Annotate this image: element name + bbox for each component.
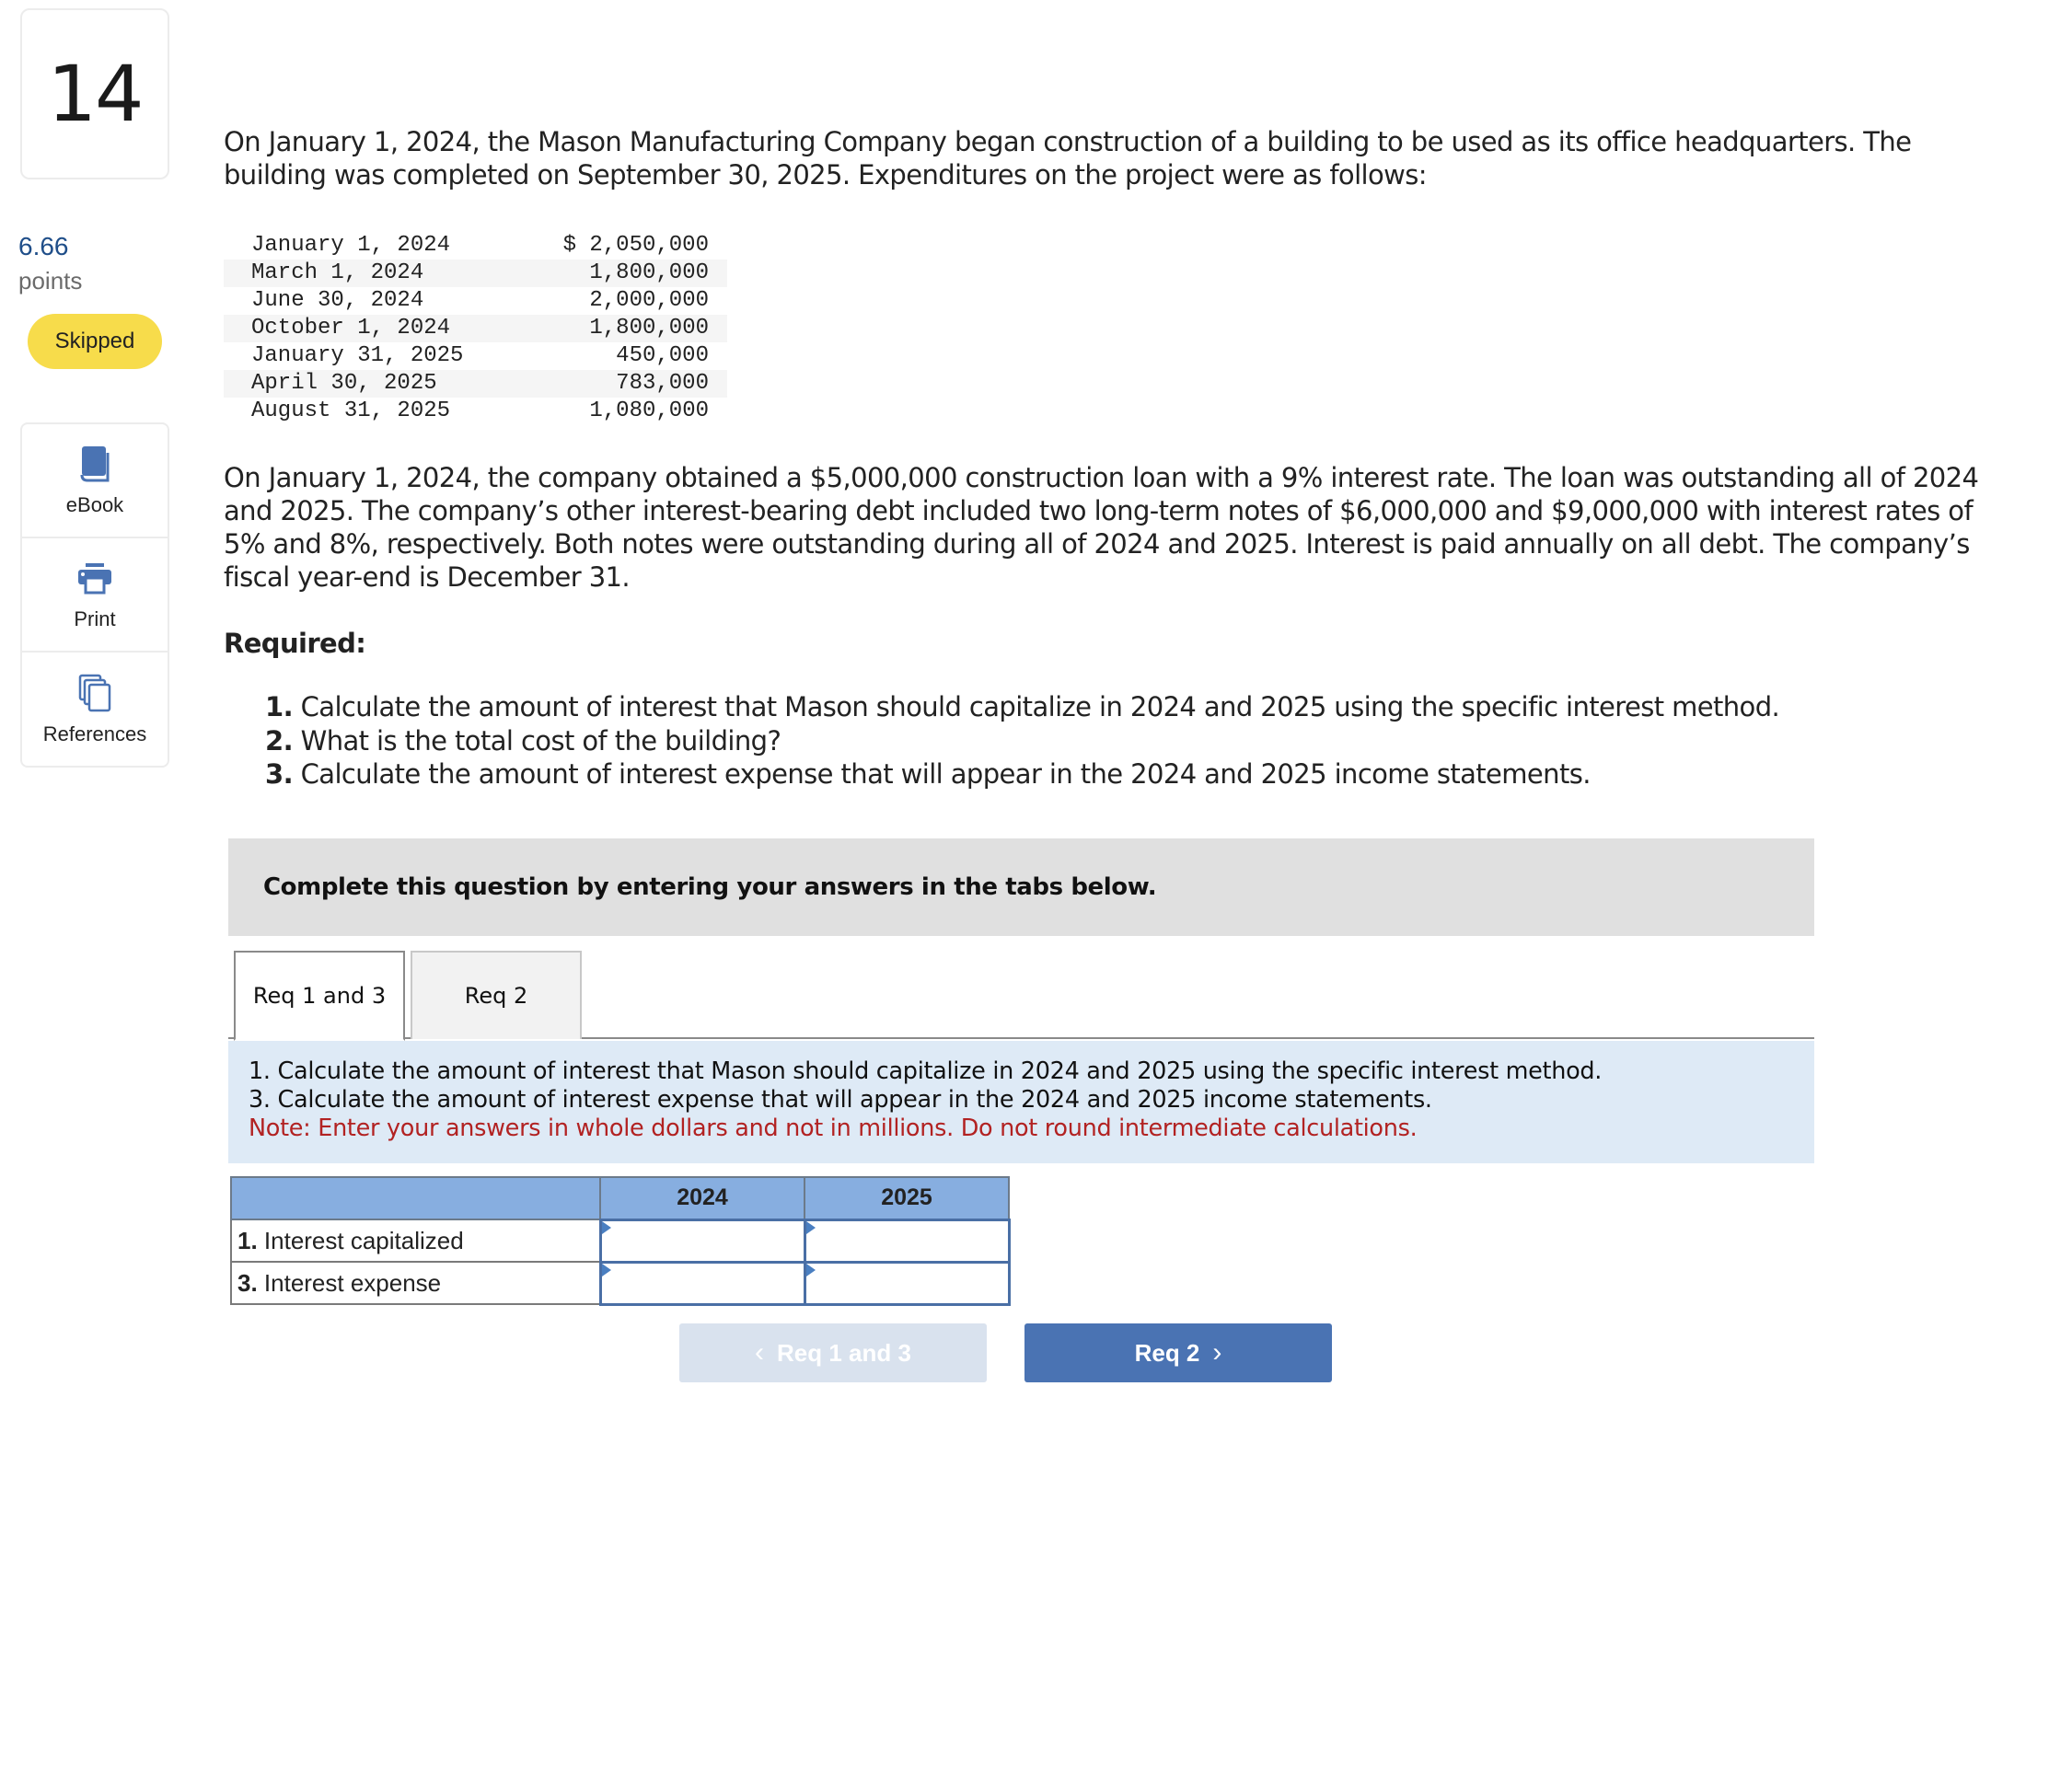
expenditure-date: October 1, 2024 (224, 315, 500, 342)
references-button[interactable]: References (22, 653, 168, 767)
print-button[interactable]: Print (22, 538, 168, 653)
table-row: 1. Interest capitalized (230, 1218, 1011, 1264)
expenditure-row: August 31, 2025 1,080,000 (224, 398, 727, 425)
tab-description: 1. Calculate the amount of interest that… (228, 1041, 1814, 1163)
ebook-label: eBook (65, 493, 124, 516)
prev-tab-label: Req 1 and 3 (777, 1338, 911, 1367)
tab-req-1-and-3[interactable]: Req 1 and 3 (234, 951, 405, 1041)
tab-req-2[interactable]: Req 2 (411, 951, 582, 1039)
documents-icon (78, 674, 111, 712)
references-label: References (42, 722, 147, 745)
expenditure-amount: 2,000,000 (589, 288, 709, 313)
expenditure-date: January 31, 2025 (251, 343, 464, 368)
row-label-text: Interest capitalized (257, 1226, 464, 1254)
print-label: Print (74, 607, 116, 630)
required-item: 3. Calculate the amount of interest expe… (265, 757, 1779, 791)
tools-panel: eBook Print References (20, 422, 169, 768)
expenditure-date: January 1, 2024 (251, 233, 451, 258)
expenditure-date: April 30, 2025 (224, 370, 500, 398)
expenditure-row: June 30, 2024 2,000,000 (224, 287, 727, 315)
answer-table: 2024 2025 1. Interest capitalized 3. Int… (230, 1176, 1011, 1306)
question-number: 14 (47, 49, 145, 139)
header-2024: 2024 (599, 1176, 805, 1220)
item-text: What is the total cost of the building? (293, 724, 781, 757)
answer-note: Note: Enter your answers in whole dollar… (249, 1115, 1418, 1142)
interest-expense-2025-cell (803, 1260, 1011, 1306)
interest-capitalized-2025-cell (803, 1218, 1011, 1264)
required-item: 1. Calculate the amount of interest that… (265, 690, 1780, 724)
expenditure-row: October 1, 2024 1,800,000 (224, 315, 727, 342)
book-icon (80, 446, 110, 482)
points-label: points (18, 267, 83, 295)
expenditure-amount: 450,000 (616, 343, 709, 368)
interest-expense-2024-input[interactable] (601, 1265, 804, 1301)
expenditure-row: March 1, 2024 1,800,000 (224, 260, 727, 287)
instruction-text: Complete this question by entering your … (263, 873, 1157, 901)
row-label-interest-expense: 3. Interest expense (230, 1261, 601, 1305)
input-marker-icon (805, 1220, 816, 1234)
row-number: 1. (237, 1226, 258, 1254)
interest-capitalized-2024-input[interactable] (601, 1222, 804, 1259)
answer-table-header: 2024 2025 (230, 1176, 1010, 1220)
expenditure-row: January 31, 2025 450,000 (224, 342, 727, 370)
interest-expense-2025-input[interactable] (805, 1265, 1008, 1301)
points-value: 6.66 (18, 232, 69, 260)
required-heading: Required: (224, 628, 366, 659)
item-text: Calculate the amount of interest expense… (293, 758, 1592, 790)
item-number: 3. (265, 758, 294, 790)
question-intro: On January 1, 2024, the Mason Manufactur… (224, 126, 1912, 191)
expenditure-date: March 1, 2024 (224, 260, 500, 287)
description-line: 3. Calculate the amount of interest expe… (249, 1086, 1432, 1114)
printer-icon (78, 563, 111, 595)
next-tab-button[interactable]: Req 2 › (1024, 1323, 1332, 1382)
expenditure-date: June 30, 2024 (251, 288, 424, 313)
item-text: Calculate the amount of interest that Ma… (293, 691, 1780, 722)
input-marker-icon (601, 1220, 611, 1234)
input-marker-icon (601, 1263, 611, 1276)
expenditure-amount: 1,080,000 (589, 399, 709, 423)
instruction-banner: Complete this question by entering your … (228, 838, 1814, 936)
interest-expense-2024-cell (598, 1260, 806, 1306)
required-item: 2. What is the total cost of the buildin… (265, 724, 1779, 758)
expenditure-date: August 31, 2025 (251, 399, 451, 423)
expenditures-table: January 1, 2024 $ 2,050,000 March 1, 2024 1… (224, 232, 727, 425)
question-loan-details: On January 1, 2024, the company obtained… (224, 462, 1979, 593)
interest-capitalized-2025-input[interactable] (805, 1222, 1008, 1259)
expenditure-row: April 30, 2025 783,000 (224, 370, 727, 398)
tab-bar: Req 1 and 3 Req 2 (228, 951, 1814, 1041)
ebook-button[interactable]: eBook (22, 424, 168, 538)
header-blank (230, 1176, 601, 1220)
chevron-right-icon: › (1212, 1337, 1222, 1368)
row-label-interest-capitalized: 1. Interest capitalized (230, 1219, 601, 1263)
chevron-left-icon: ‹ (755, 1337, 765, 1368)
expenditure-amount: 1,800,000 (500, 260, 727, 287)
required-list: 1. Calculate the amount of interest that… (265, 690, 1780, 791)
input-marker-icon (805, 1263, 816, 1276)
expenditure-amount: 783,000 (500, 370, 727, 398)
expenditure-amount: $ 2,050,000 (562, 233, 709, 258)
next-tab-label: Req 2 (1134, 1338, 1200, 1367)
header-2025: 2025 (804, 1176, 1010, 1220)
expenditure-amount: 1,800,000 (500, 315, 727, 342)
question-number-box: 14 (20, 8, 169, 179)
expenditure-row: January 1, 2024 $ 2,050,000 (224, 232, 727, 260)
row-label-text: Interest expense (257, 1268, 442, 1297)
item-number: 2. (265, 724, 294, 757)
table-row: 3. Interest expense (230, 1260, 1011, 1306)
interest-capitalized-2024-cell (598, 1218, 806, 1264)
prev-tab-button[interactable]: ‹ Req 1 and 3 (679, 1323, 987, 1382)
item-number: 1. (265, 691, 294, 722)
row-number: 3. (237, 1268, 258, 1297)
description-line: 1. Calculate the amount of interest that… (249, 1057, 1603, 1085)
status-badge: Skipped (28, 314, 162, 369)
